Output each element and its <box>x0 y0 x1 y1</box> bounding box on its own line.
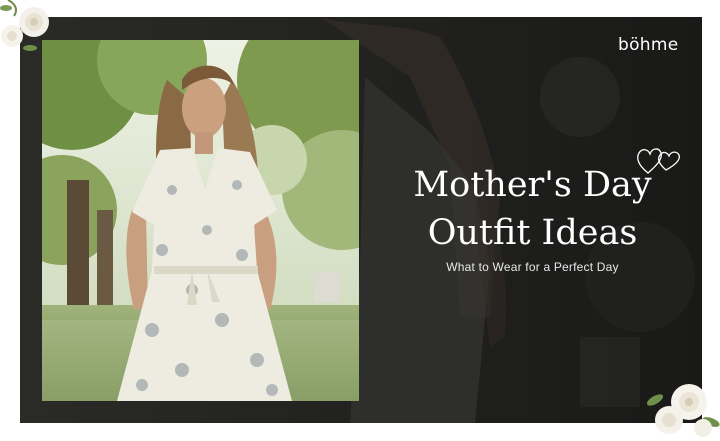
model-photo <box>42 40 359 401</box>
brand-logo: böhme <box>618 35 679 55</box>
white-flower-decoration <box>646 384 720 437</box>
model-photo-illustration <box>42 40 359 401</box>
hero-banner: böhme Mother's Day Outfit Ideas What to … <box>20 17 702 423</box>
white-flower-decoration <box>0 0 49 51</box>
headline-line-1: Mother's Day <box>413 165 652 205</box>
headline-line-2: Outfit Ideas <box>427 213 638 253</box>
subheadline: What to Wear for a Perfect Day <box>446 260 619 274</box>
